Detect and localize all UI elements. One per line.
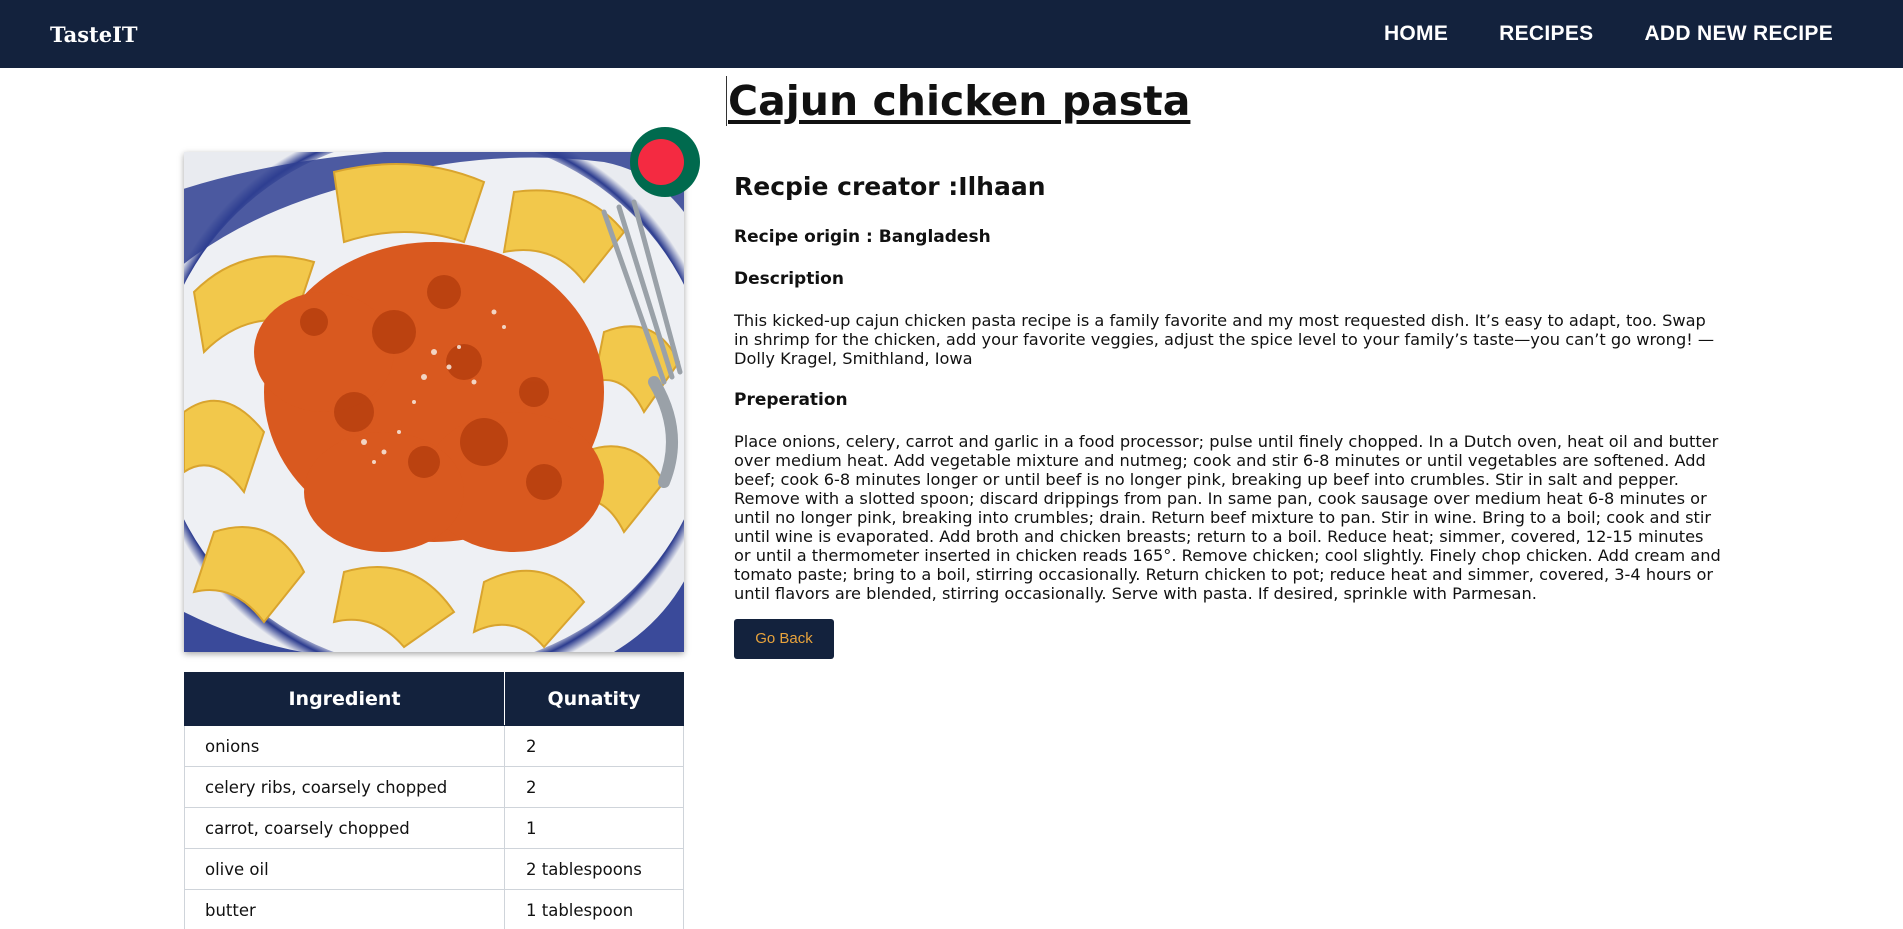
top-navbar: TasteIT HOME RECIPES ADD NEW RECIPE [0, 0, 1903, 68]
country-flag-icon [630, 127, 700, 197]
ingredient-cell: celery ribs, coarsely chopped [184, 766, 505, 808]
preparation-text: Place onions, celery, carrot and garlic … [734, 432, 1721, 603]
ingredient-column-header: Ingredient [184, 672, 505, 726]
nav-recipes-link[interactable]: RECIPES [1499, 22, 1593, 46]
recipe-origin: Recipe origin : Bangladesh [734, 227, 991, 247]
quantity-cell: 1 tablespoon [504, 889, 684, 929]
recipe-photo [184, 152, 684, 652]
table-row: celery ribs, coarsely chopped 2 [184, 766, 684, 808]
table-row: onions 2 [184, 725, 684, 767]
recipe-title: Cajun chicken pasta [726, 76, 1191, 126]
flag-disc [638, 139, 684, 185]
ingredient-cell: butter [184, 889, 505, 929]
ingredient-cell: olive oil [184, 848, 505, 890]
quantity-cell: 1 [504, 807, 684, 849]
recipe-details: Recpie creator :Ilhaan Recipe origin : B… [734, 168, 1724, 659]
description-text: This kicked-up cajun chicken pasta recip… [734, 311, 1715, 368]
quantity-cell: 2 tablespoons [504, 848, 684, 890]
description-heading: Description [734, 269, 844, 289]
preparation-heading: Preperation [734, 390, 848, 410]
nav-links: HOME RECIPES ADD NEW RECIPE [1384, 22, 1833, 46]
quantity-cell: 2 [504, 766, 684, 808]
recipe-creator: Recpie creator :Ilhaan [734, 172, 1046, 201]
ingredient-cell: onions [184, 725, 505, 767]
table-header-row: Ingredient Qunatity [184, 672, 684, 726]
ingredient-cell: carrot, coarsely chopped [184, 807, 505, 849]
table-row: olive oil 2 tablespoons [184, 848, 684, 890]
nav-add-recipe-link[interactable]: ADD NEW RECIPE [1644, 22, 1833, 46]
quantity-cell: 2 [504, 725, 684, 767]
quantity-column-header: Qunatity [504, 672, 684, 726]
go-back-button[interactable]: Go Back [734, 619, 834, 659]
ingredients-table: Ingredient Qunatity onions 2 celery ribs… [184, 672, 684, 929]
table-row: carrot, coarsely chopped 1 [184, 807, 684, 849]
pasta-dish-illustration [184, 152, 684, 652]
brand-logo[interactable]: TasteIT [50, 22, 138, 47]
table-row: butter 1 tablespoon [184, 889, 684, 929]
nav-home-link[interactable]: HOME [1384, 22, 1448, 46]
